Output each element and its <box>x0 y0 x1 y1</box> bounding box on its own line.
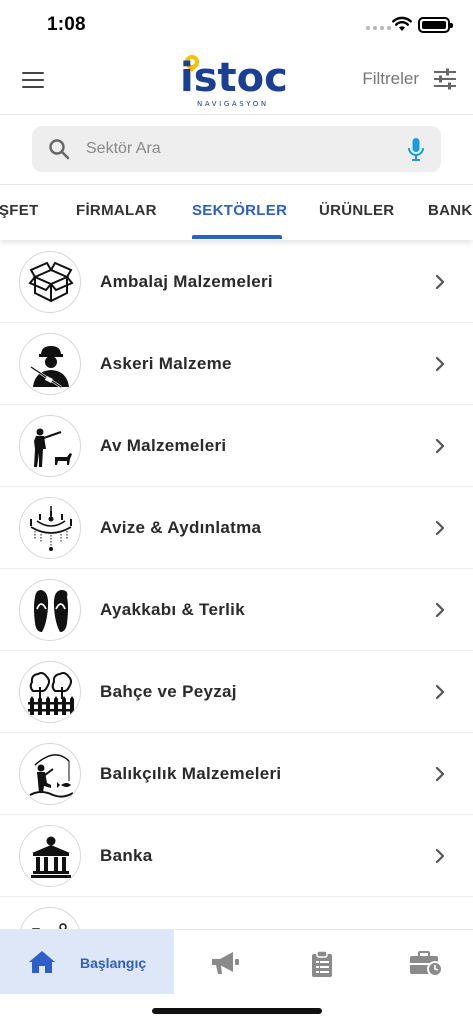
chevron-right-icon <box>435 684 445 700</box>
flip-flops-icon <box>19 579 81 641</box>
app-header: istoc NAVIGASYON Filtreler <box>0 52 473 114</box>
list-item[interactable]: Bahçe ve Peyzaj <box>0 651 473 733</box>
list-item-label: Ayakkabı & Terlik <box>100 600 245 619</box>
home-icon <box>29 951 55 973</box>
bank-icon <box>19 825 81 887</box>
status-time: 1:08 <box>47 14 86 35</box>
box-icon <box>19 251 81 313</box>
tab-sektorler[interactable]: SEKTÖRLER <box>192 202 287 219</box>
list-item-label: Avize & Aydınlatma <box>100 518 262 537</box>
list-item-label: Askeri Malzeme <box>100 354 232 373</box>
category-tabs: ŞFET FİRMALAR SEKTÖRLER ÜRÜNLER BANKA <box>0 185 473 240</box>
garden-icon <box>19 661 81 723</box>
battery-icon <box>418 17 453 33</box>
tab-banka[interactable]: BANKA <box>428 202 473 219</box>
chevron-right-icon <box>435 520 445 536</box>
list-item-label: Ambalaj Malzemeleri <box>100 272 273 291</box>
nav-home[interactable]: Başlangıç <box>0 930 174 994</box>
list-item[interactable]: Askeri Malzeme <box>0 323 473 405</box>
status-bar: 1:08 <box>0 0 473 48</box>
sector-list: Ambalaj Malzemeleri Askeri Malzeme Av Ma… <box>0 241 473 937</box>
chevron-right-icon <box>435 602 445 618</box>
sliders-icon <box>434 68 456 90</box>
active-tab-indicator <box>192 235 282 239</box>
chevron-right-icon <box>435 274 445 290</box>
tab-firmalar[interactable]: FİRMALAR <box>76 202 157 219</box>
list-item[interactable]: Banka <box>0 815 473 897</box>
filters-button[interactable]: Filtreler <box>362 68 457 90</box>
list-item[interactable]: Av Malzemeleri <box>0 405 473 487</box>
soldier-icon <box>19 333 81 395</box>
tab-urunler[interactable]: ÜRÜNLER <box>319 202 394 219</box>
home-indicator <box>152 1008 322 1014</box>
chevron-right-icon <box>435 356 445 372</box>
header-divider <box>0 114 473 115</box>
wifi-icon <box>392 16 412 31</box>
list-item[interactable]: Balıkçılık Malzemeleri <box>0 733 473 815</box>
logo-subtext: NAVIGASYON <box>197 100 269 108</box>
search-bar <box>32 126 441 172</box>
chevron-right-icon <box>435 438 445 454</box>
logo-text: istoc <box>180 55 288 101</box>
list-item-label: Bahçe ve Peyzaj <box>100 682 237 701</box>
istoc-logo: istoc NAVIGASYON <box>180 52 294 112</box>
list-item-label: Balıkçılık Malzemeleri <box>100 764 282 783</box>
nav-business[interactable] <box>395 930 465 994</box>
search-icon <box>49 139 70 160</box>
list-item[interactable]: Ayakkabı & Terlik <box>0 569 473 651</box>
chevron-right-icon <box>435 848 445 864</box>
list-item-label: Banka <box>100 846 153 865</box>
nav-orders[interactable] <box>290 930 360 994</box>
signal-dots-icon <box>366 26 391 30</box>
hamburger-menu-icon[interactable] <box>22 72 44 90</box>
nav-campaigns[interactable] <box>190 930 260 994</box>
nav-home-label: Başlangıç <box>80 955 147 971</box>
microphone-icon[interactable] <box>407 137 425 163</box>
list-item[interactable]: Ambalaj Malzemeleri <box>0 241 473 323</box>
list-item[interactable]: Avize & Aydınlatma <box>0 487 473 569</box>
filters-label: Filtreler <box>362 69 419 88</box>
briefcase-clock-icon <box>410 951 443 977</box>
chandelier-icon <box>19 497 81 559</box>
hunter-icon <box>19 415 81 477</box>
clipboard-icon <box>312 950 332 977</box>
megaphone-icon <box>212 952 239 974</box>
search-input[interactable] <box>86 126 386 172</box>
fishing-icon <box>19 743 81 805</box>
tab-firsat[interactable]: ŞFET <box>0 202 39 219</box>
chevron-right-icon <box>435 766 445 782</box>
list-item-label: Av Malzemeleri <box>100 436 227 455</box>
